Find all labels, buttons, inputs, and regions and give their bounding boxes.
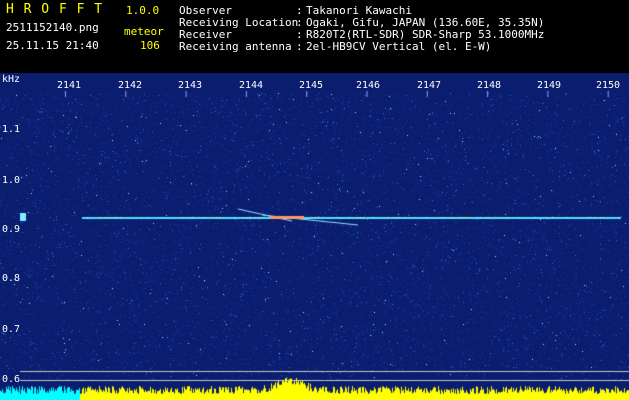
app-title: H R O F F T xyxy=(6,2,104,17)
x-tick-label: 2146 xyxy=(356,80,381,91)
x-tick-label: 2143 xyxy=(178,80,203,91)
x-tick-label: 2144 xyxy=(239,80,264,91)
info-value-antenna: 2el-HB9CV Vertical (el. E-W) xyxy=(306,40,492,53)
x-tick-label: 2147 xyxy=(417,80,442,91)
app-version: 1.0.0 xyxy=(126,4,160,17)
header-panel: H R O F F T 1.0.0 2511152140.png meteor … xyxy=(0,0,629,73)
x-tick-label: 2145 xyxy=(299,80,324,91)
x-tick-label: 2149 xyxy=(537,80,562,91)
file-name: 2511152140.png xyxy=(6,21,99,34)
info-label-antenna: Receiving antenna xyxy=(179,40,292,53)
y-unit-label: kHz xyxy=(2,74,21,85)
date-time: 25.11.15 21:40 xyxy=(6,39,99,52)
x-tick-label: 2142 xyxy=(118,80,143,91)
y-tick-label: 0.6 xyxy=(2,374,21,385)
x-tick-label: 2150 xyxy=(596,80,621,91)
y-tick-label: 0.9 xyxy=(2,224,21,235)
y-tick-label: 0.7 xyxy=(2,324,21,335)
event-count: 106 xyxy=(140,39,160,52)
y-tick-label: 0.8 xyxy=(2,273,21,284)
spectrogram-canvas xyxy=(0,73,629,400)
info-sep: : xyxy=(296,40,303,53)
x-tick-label: 2141 xyxy=(57,80,82,91)
y-tick-label: 1.0 xyxy=(2,175,21,186)
event-label: meteor xyxy=(124,25,164,38)
y-tick-label: 1.1 xyxy=(2,124,21,135)
x-tick-label: 2148 xyxy=(477,80,502,91)
